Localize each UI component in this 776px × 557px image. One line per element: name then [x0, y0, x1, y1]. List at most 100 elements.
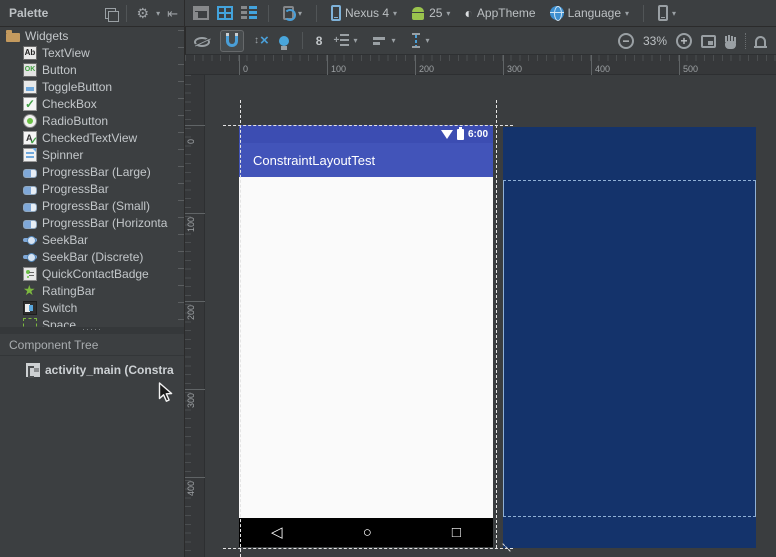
palette-edge-ticks: [178, 30, 184, 327]
guidelines-icon: [335, 34, 349, 48]
show-constraints-icon[interactable]: [194, 37, 210, 47]
left-panel: Widgets TextView Button ToggleButton: [0, 27, 185, 557]
notifications-bell-icon[interactable]: [755, 36, 766, 46]
pin-icon[interactable]: ⇤: [167, 7, 178, 20]
layout-content-area[interactable]: [239, 177, 493, 518]
theme-selector[interactable]: ◐ AppTheme: [461, 4, 538, 22]
space-icon: [23, 318, 37, 328]
chevron-down-icon: ▾: [391, 36, 395, 45]
palette-item[interactable]: CheckedTextView: [0, 129, 184, 146]
theme-label: AppTheme: [477, 6, 536, 20]
progressbar-icon: [23, 165, 37, 179]
palette-item[interactable]: QuickContactBadge: [0, 265, 184, 282]
copy-icon[interactable]: [105, 8, 116, 19]
palette-item[interactable]: RatingBar: [0, 282, 184, 299]
palette-item[interactable]: SeekBar: [0, 231, 184, 248]
pan-icon[interactable]: [725, 41, 736, 49]
blueprint-view-icon[interactable]: [217, 6, 233, 20]
palette-item[interactable]: ProgressBar (Large): [0, 163, 184, 180]
api-version-selector[interactable]: 25 ▾: [408, 4, 453, 22]
clear-constraints-icon[interactable]: ↕ ×: [254, 34, 269, 48]
selection-dash-left: [240, 100, 241, 557]
zoom-level: 33%: [643, 34, 667, 48]
language-label: Language: [568, 6, 621, 20]
progressbar-icon: [23, 216, 37, 230]
globe-icon: [550, 6, 564, 20]
orientation-icon: [283, 6, 294, 20]
design-view-device[interactable]: 6:00 ConstraintLayoutTest ◁ ○ □: [239, 125, 493, 547]
palette-item[interactable]: ToggleButton: [0, 78, 184, 95]
selection-dash-top: [223, 125, 513, 126]
default-margin-value[interactable]: 8: [316, 34, 323, 48]
navigation-bar: ◁ ○ □: [239, 518, 493, 547]
device-selector[interactable]: Nexus 4 ▾: [328, 3, 400, 23]
selection-dash-bottom: [223, 548, 513, 549]
zoom-out-button[interactable]: −: [618, 33, 634, 49]
design-view-icon[interactable]: [193, 6, 209, 20]
orientation-button[interactable]: ▾: [280, 4, 305, 22]
palette-panel-header: Palette ⚙ ▾ ⇤: [0, 0, 185, 26]
mouse-cursor: [158, 382, 173, 403]
pack-icon: [411, 33, 421, 48]
phone-icon: [331, 5, 341, 21]
palette-item[interactable]: Switch: [0, 299, 184, 316]
component-tree-item[interactable]: activity_main (Constra: [0, 356, 184, 376]
virtual-device-selector[interactable]: ▾: [655, 3, 679, 23]
palette-item[interactable]: RadioButton: [0, 112, 184, 129]
palette-items: TextView Button ToggleButton CheckBox Ra…: [0, 44, 184, 327]
palette-item[interactable]: TextView: [0, 44, 184, 61]
seekbar-icon: [23, 233, 37, 247]
android-studio-layout-editor: Palette ⚙ ▾ ⇤ ▾ Nexus 4 ▾: [0, 0, 776, 557]
arrows-glyph: ↕: [254, 35, 259, 46]
component-tree: activity_main (Constra: [0, 356, 184, 557]
palette-item[interactable]: ProgressBar: [0, 180, 184, 197]
palette-item-label: Button: [42, 63, 77, 77]
chevron-down-icon: ▾: [298, 9, 302, 18]
blueprint-root-layout[interactable]: [503, 180, 756, 517]
language-selector[interactable]: Language ▾: [547, 4, 632, 22]
radiobutton-icon: [23, 114, 37, 128]
zoom-to-fit-icon[interactable]: [701, 35, 716, 48]
autoconnect-button[interactable]: [220, 30, 244, 52]
palette-item-label: TextView: [42, 46, 90, 60]
blueprint-view-device[interactable]: [503, 127, 756, 548]
panel-splitter[interactable]: ·····: [0, 327, 184, 334]
palette-group-widgets[interactable]: Widgets: [0, 27, 184, 44]
both-views-icon[interactable]: [241, 6, 257, 20]
constraintlayout-icon: [26, 363, 40, 377]
palette-item-label: Switch: [42, 301, 77, 315]
separator: [643, 5, 644, 22]
palette-item[interactable]: ProgressBar (Horizonta: [0, 214, 184, 231]
palette-item-label: CheckBox: [42, 97, 97, 111]
textview-icon: [23, 46, 37, 60]
palette-item[interactable]: Spinner: [0, 146, 184, 163]
separator: [316, 5, 317, 22]
palette-item-label: Spinner: [42, 148, 83, 162]
nav-recents-icon: □: [452, 525, 461, 540]
palette-item-label: CheckedTextView: [42, 131, 137, 145]
gear-icon[interactable]: ⚙: [137, 6, 150, 20]
component-tree-item-label: activity_main (Constra: [45, 363, 174, 377]
zoom-in-button[interactable]: +: [676, 33, 692, 49]
guidelines-button[interactable]: ▾: [332, 32, 360, 50]
palette-item[interactable]: Button: [0, 61, 184, 78]
palette-item-label: Space: [42, 318, 76, 328]
pack-button[interactable]: ▾: [408, 31, 432, 50]
align-button[interactable]: ▾: [370, 33, 398, 49]
infer-constraints-icon[interactable]: [279, 36, 289, 46]
separator: [745, 33, 746, 49]
cross-glyph: ×: [260, 34, 269, 48]
design-canvas[interactable]: 0100200300400500 0100200300400 6:00 Cons…: [185, 55, 776, 557]
palette-item-label: ProgressBar (Small): [42, 199, 150, 213]
battery-icon: [457, 129, 464, 140]
quickcontactbadge-icon: [23, 267, 37, 281]
palette-item[interactable]: SeekBar (Discrete): [0, 248, 184, 265]
palette-item[interactable]: ProgressBar (Small): [0, 197, 184, 214]
spinner-icon: [23, 148, 37, 162]
chevron-down-icon: ▾: [446, 9, 450, 18]
palette-item[interactable]: CheckBox: [0, 95, 184, 112]
chevron-down-icon: ▾: [393, 9, 397, 18]
togglebutton-icon: [23, 80, 37, 94]
checkedtextview-icon: [23, 131, 37, 145]
folder-icon: [6, 33, 20, 42]
